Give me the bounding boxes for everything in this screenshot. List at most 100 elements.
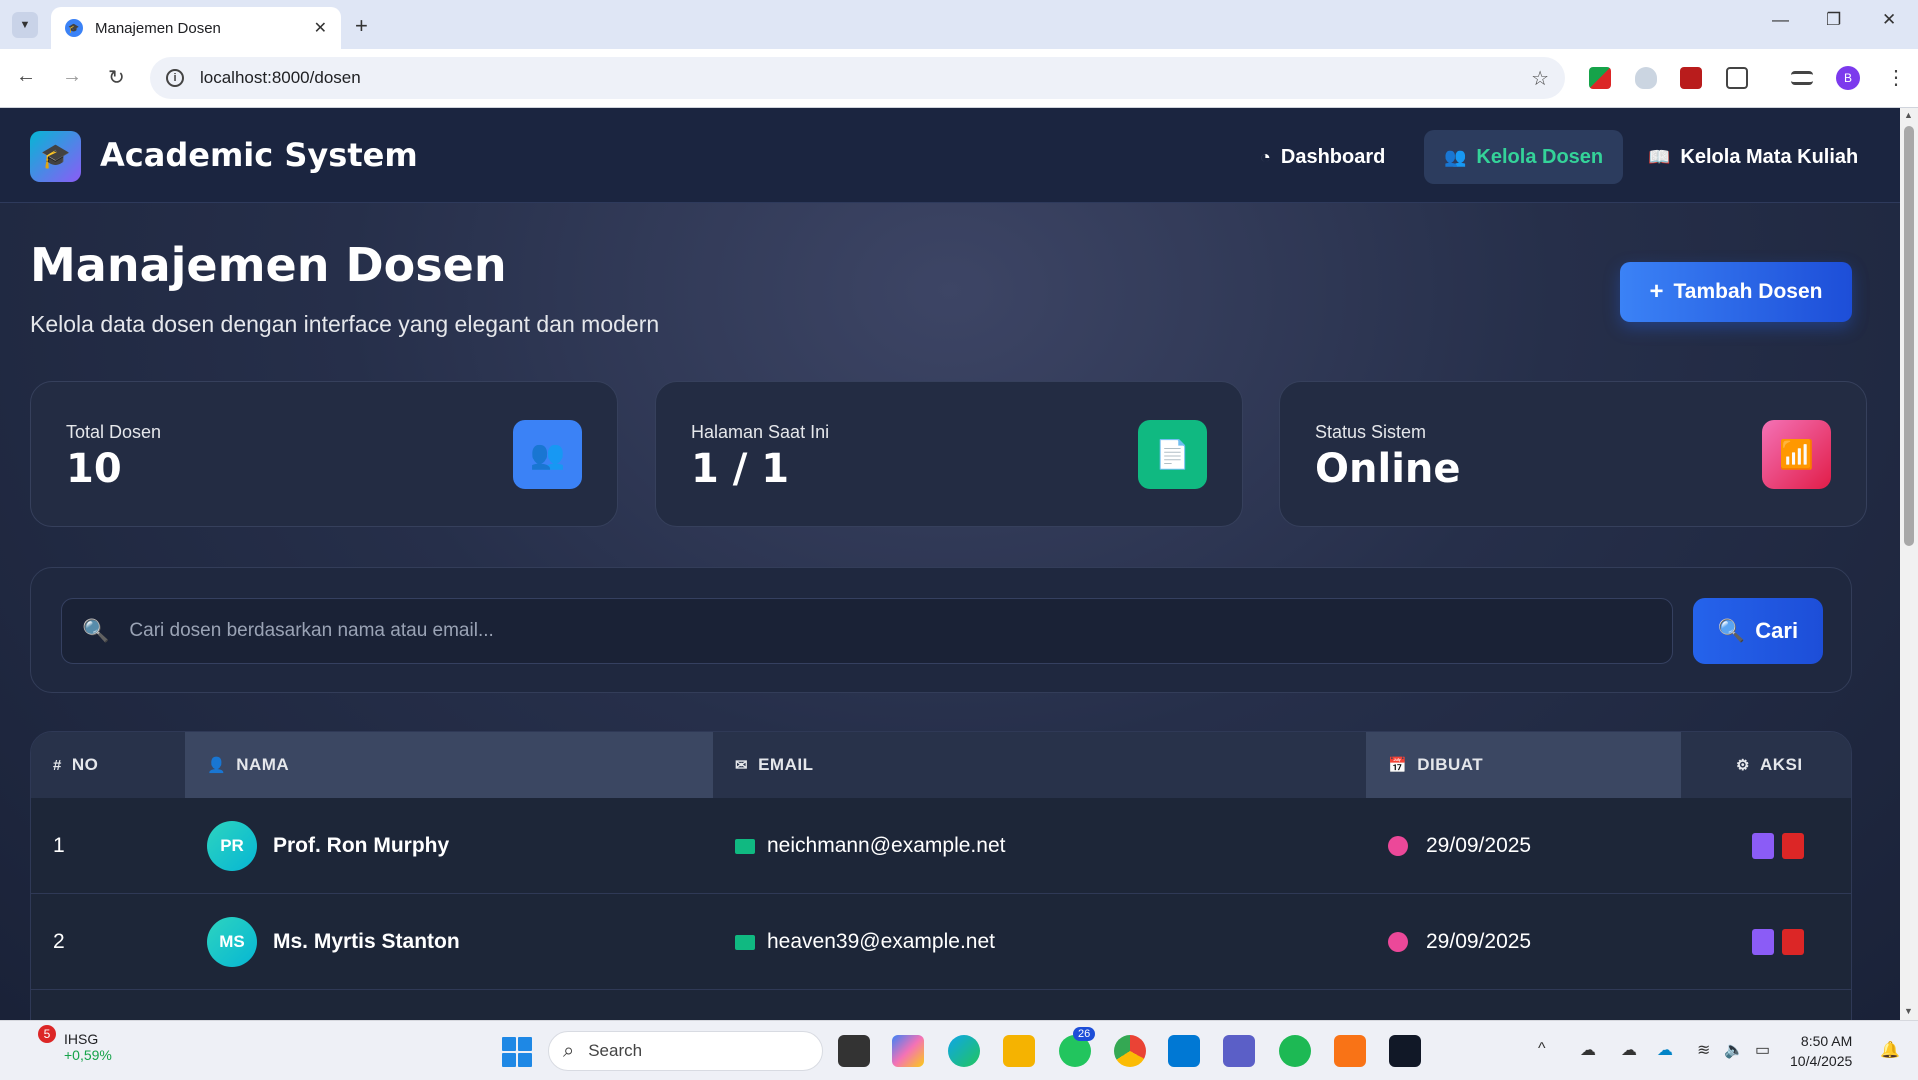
new-tab-button[interactable]: + bbox=[355, 13, 368, 39]
terminal-icon[interactable] bbox=[1389, 1035, 1421, 1067]
nav-kelola-mata-kuliah[interactable]: 📖 Kelola Mata Kuliah bbox=[1628, 130, 1878, 184]
page-subtitle: Kelola data dosen dengan interface yang … bbox=[30, 311, 660, 337]
search-icon: 🔍 bbox=[1717, 618, 1746, 643]
chevron-up-icon[interactable]: ^ bbox=[1538, 1040, 1546, 1058]
tab-search-button[interactable]: ▼ bbox=[12, 12, 38, 38]
back-icon[interactable]: ← bbox=[16, 65, 36, 88]
browser-tab[interactable]: 🎓 Manajemen Dosen ✕ bbox=[51, 7, 341, 49]
extension-icon[interactable] bbox=[1680, 67, 1702, 89]
dosen-email: neichmann@example.net bbox=[767, 834, 1006, 857]
scrollbar-thumb[interactable] bbox=[1904, 126, 1914, 546]
envelope-icon bbox=[735, 838, 755, 854]
edge-icon[interactable] bbox=[948, 1035, 980, 1067]
search-input[interactable] bbox=[129, 620, 1630, 642]
column-header-email[interactable]: ✉ EMAIL bbox=[713, 732, 1366, 798]
extensions-puzzle-icon[interactable] bbox=[1726, 67, 1748, 89]
search-button-label: Cari bbox=[1755, 618, 1799, 643]
browser-menu-icon[interactable]: ⋮ bbox=[1886, 65, 1906, 90]
cloud-icon[interactable]: ☁ bbox=[1580, 1040, 1596, 1060]
column-header-no[interactable]: # NO bbox=[31, 732, 185, 798]
copilot-icon[interactable] bbox=[892, 1035, 924, 1067]
stat-value: Online bbox=[1315, 446, 1461, 492]
file-explorer-icon[interactable] bbox=[1003, 1035, 1035, 1067]
created-date: 29/09/2025 bbox=[1426, 834, 1532, 857]
scroll-up-icon[interactable]: ▲ bbox=[1904, 110, 1913, 120]
email-cell: heaven39@example.net bbox=[735, 894, 995, 990]
chrome-icon[interactable] bbox=[1114, 1035, 1146, 1067]
add-dosen-button[interactable]: + Tambah Dosen bbox=[1620, 262, 1852, 322]
favicon-icon: 🎓 bbox=[65, 19, 83, 37]
notification-bell-icon[interactable]: 🔔 bbox=[1880, 1040, 1900, 1060]
address-bar-row: ← → ↻ i localhost:8000/dosen ☆ B ⋮ bbox=[0, 49, 1918, 108]
site-info-icon[interactable]: i bbox=[166, 69, 184, 87]
bookmark-star-icon[interactable]: ☆ bbox=[1531, 66, 1549, 91]
search-card: 🔍 🔍 Cari bbox=[30, 567, 1852, 693]
name-cell: MS Ms. Myrtis Stanton bbox=[207, 894, 460, 990]
close-window-icon[interactable]: ✕ bbox=[1882, 10, 1896, 30]
trash-icon[interactable] bbox=[1782, 833, 1804, 859]
whatsapp-icon[interactable]: 26 bbox=[1059, 1027, 1096, 1067]
media-control-icon[interactable] bbox=[1791, 71, 1813, 85]
file-icon: 📄 bbox=[1138, 420, 1207, 489]
extension-icon[interactable] bbox=[1589, 67, 1611, 89]
close-tab-icon[interactable]: ✕ bbox=[314, 18, 327, 38]
column-header-nama[interactable]: 👤 NAMA bbox=[185, 732, 713, 798]
stock-widget[interactable]: 5 IHSG +0,59% bbox=[24, 1025, 112, 1063]
system-clock[interactable]: 8:50 AM 10/4/2025 bbox=[1790, 1031, 1852, 1071]
reload-icon[interactable]: ↻ bbox=[108, 65, 125, 90]
column-header-label: AKSI bbox=[1759, 755, 1803, 774]
restore-icon[interactable]: ❐ bbox=[1826, 10, 1841, 30]
minimize-icon[interactable]: — bbox=[1772, 10, 1789, 30]
task-view-icon[interactable] bbox=[838, 1035, 870, 1067]
app-navbar: 🎓 Academic System ◔ Dashboard 👥 Kelola D… bbox=[0, 108, 1900, 203]
taskbar-search[interactable]: ⌕ Search bbox=[548, 1031, 823, 1071]
dosen-table: # NO 👤 NAMA ✉ EMAIL 📅 DIBUAT ⚙ AKSI 1 PR… bbox=[30, 731, 1852, 1020]
row-number: 1 bbox=[53, 834, 65, 857]
vscode-icon[interactable] bbox=[1168, 1035, 1200, 1067]
table-row: 1 PR Prof. Ron Murphy neichmann@example.… bbox=[31, 798, 1851, 894]
edit-icon[interactable] bbox=[1752, 833, 1774, 859]
nav-kelola-dosen[interactable]: 👥 Kelola Dosen bbox=[1424, 130, 1624, 184]
page-title: Manajemen Dosen bbox=[30, 238, 507, 292]
calendar-icon: 📅 bbox=[1388, 757, 1408, 774]
xampp-icon[interactable] bbox=[1334, 1035, 1366, 1067]
table-row: 2 MS Ms. Myrtis Stanton heaven39@example… bbox=[31, 894, 1851, 990]
search-field[interactable]: 🔍 bbox=[61, 598, 1673, 664]
url-text[interactable]: localhost:8000/dosen bbox=[200, 68, 361, 88]
trash-icon[interactable] bbox=[1782, 929, 1804, 955]
column-header-label: NO bbox=[71, 755, 99, 774]
cloud-error-icon[interactable]: ☁ bbox=[1621, 1040, 1637, 1060]
gears-icon: ⚙ bbox=[1736, 757, 1750, 774]
profile-avatar[interactable]: B bbox=[1836, 66, 1860, 90]
brand-name[interactable]: Academic System bbox=[100, 136, 418, 174]
nav-kelola-mata-kuliah-label: Kelola Mata Kuliah bbox=[1680, 145, 1859, 168]
plus-icon: + bbox=[1649, 278, 1664, 305]
row-number: 2 bbox=[53, 930, 65, 953]
actions-cell bbox=[1752, 894, 1812, 990]
battery-icon[interactable]: ▭ bbox=[1755, 1040, 1770, 1060]
actions-cell bbox=[1752, 798, 1812, 894]
page-scrollbar[interactable]: ▲ ▼ bbox=[1900, 108, 1918, 1020]
forward-icon[interactable]: → bbox=[62, 65, 82, 88]
envelope-icon bbox=[735, 934, 755, 950]
whatsapp-badge: 26 bbox=[1073, 1027, 1096, 1041]
windows-start-icon[interactable] bbox=[502, 1037, 532, 1067]
omnibox[interactable]: i localhost:8000/dosen ☆ bbox=[150, 57, 1565, 99]
spotify-icon[interactable] bbox=[1279, 1035, 1311, 1067]
column-header-dibuat[interactable]: 📅 DIBUAT bbox=[1366, 732, 1681, 798]
shield-extension-icon[interactable] bbox=[1635, 67, 1657, 89]
stat-value: 1 / 1 bbox=[691, 446, 790, 492]
onedrive-icon[interactable]: ☁ bbox=[1657, 1040, 1673, 1060]
edit-icon[interactable] bbox=[1752, 929, 1774, 955]
graduation-cap-icon[interactable]: 🎓 bbox=[30, 131, 81, 182]
search-button[interactable]: 🔍 Cari bbox=[1693, 598, 1823, 664]
nav-dashboard[interactable]: ◔ Dashboard bbox=[1240, 130, 1405, 184]
scroll-down-icon[interactable]: ▼ bbox=[1904, 1006, 1913, 1016]
teams-icon[interactable] bbox=[1223, 1035, 1255, 1067]
stat-label: Halaman Saat Ini bbox=[691, 422, 830, 442]
volume-icon[interactable]: 🔈 bbox=[1724, 1040, 1744, 1060]
column-header-aksi: ⚙ AKSI bbox=[1681, 732, 1851, 798]
signal-icon: 📶 bbox=[1762, 420, 1831, 489]
envelope-icon: ✉ bbox=[735, 757, 749, 774]
wifi-icon[interactable]: ≋ bbox=[1697, 1040, 1710, 1060]
